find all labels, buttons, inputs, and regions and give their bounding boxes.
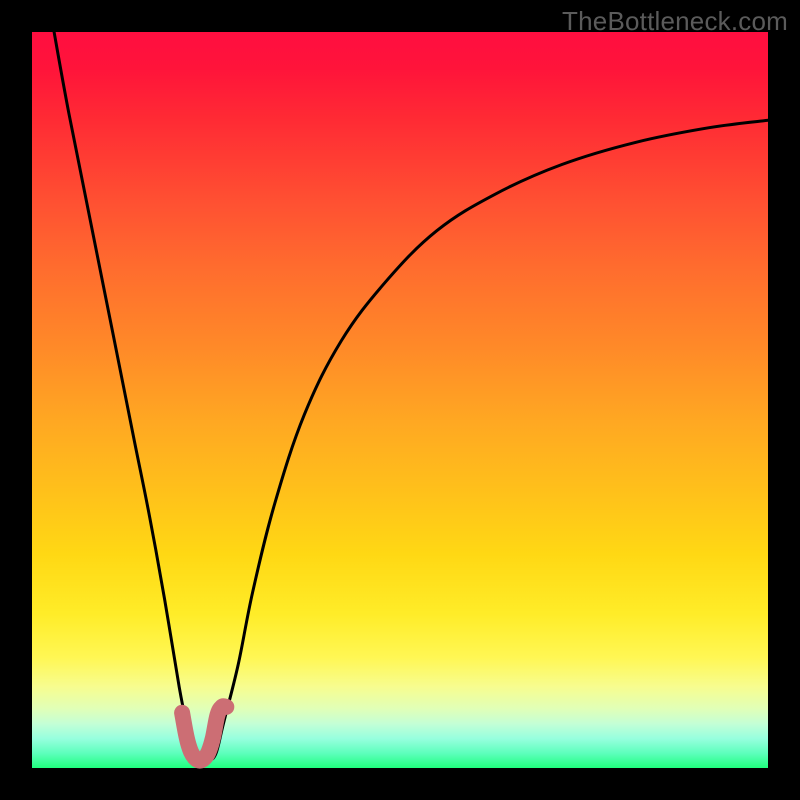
bottleneck-curve xyxy=(54,32,768,762)
chart-frame: TheBottleneck.com xyxy=(0,0,800,800)
curve-layer xyxy=(32,32,768,768)
highlight-segment xyxy=(182,706,226,760)
